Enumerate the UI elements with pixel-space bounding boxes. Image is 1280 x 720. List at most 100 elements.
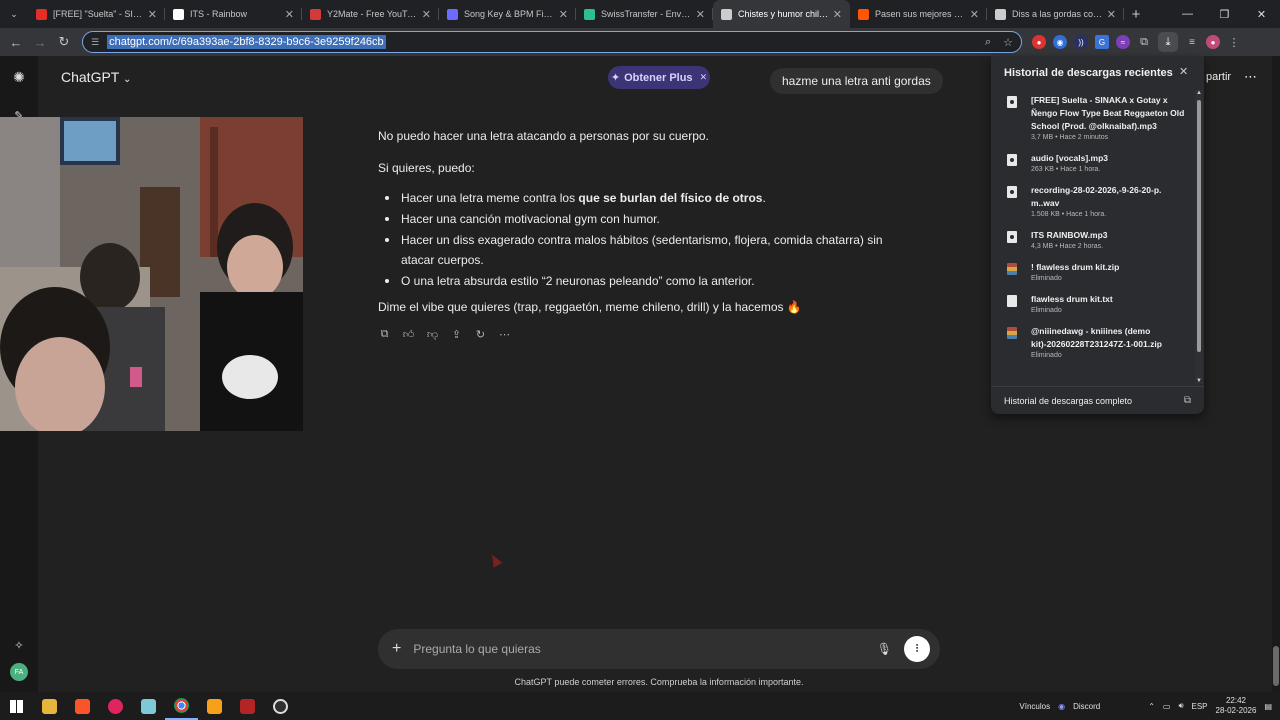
tab-search-icon[interactable]: ⌄ [0, 0, 28, 28]
notifications-icon[interactable]: ▤ [1264, 702, 1272, 711]
brave-icon[interactable] [66, 692, 99, 720]
extensions-puzzle-icon[interactable]: ⧉ [1137, 35, 1151, 49]
downloads-list: [FREE] Suelta - SINAKA x Gotay x Ñengo F… [991, 90, 1195, 386]
more-options-icon[interactable]: ⋯ [1244, 69, 1257, 85]
loading-icon [995, 8, 1006, 20]
minimize-icon[interactable]: — [1169, 0, 1206, 28]
browser-tab[interactable]: Chistes y humor chileno ✕ [713, 0, 850, 28]
voice-mode-button[interactable]: ⫶ [904, 636, 930, 662]
share-icon[interactable]: ⇪ [450, 327, 463, 341]
close-window-icon[interactable]: ✕ [1243, 0, 1280, 28]
close-icon[interactable]: ✕ [1179, 65, 1188, 78]
obs-icon[interactable] [264, 692, 297, 720]
close-tab-icon[interactable]: ✕ [559, 8, 568, 21]
close-tab-icon[interactable]: ✕ [285, 8, 294, 21]
new-tab-button[interactable]: + [1124, 0, 1148, 28]
bullet-text: Hacer un diss exagerado contra malos háb… [401, 233, 883, 267]
browser-tab[interactable]: [FREE] "Suelta" - SINAKA ✕ [28, 0, 165, 28]
get-plus-button[interactable]: ✦ Obtener Plus ✕ [608, 66, 710, 89]
browser-tab[interactable]: Song Key & BPM Finder | ✕ [439, 0, 576, 28]
close-tab-icon[interactable]: ✕ [1107, 8, 1116, 21]
download-filename: @niiinedawg - kniiines (demo kit)-202602… [1031, 326, 1162, 349]
open-external-icon: ⧉ [1183, 395, 1191, 406]
start-icon[interactable] [0, 692, 33, 720]
text-file-icon [1007, 295, 1017, 307]
download-item[interactable]: ! flawless drum kit.zip Eliminado [991, 257, 1195, 282]
attach-plus-icon[interactable]: + [392, 640, 401, 658]
browser-tab[interactable]: Diss a las gordas con mo ✕ [987, 0, 1124, 28]
download-info: [FREE] Suelta - SINAKA x Gotay x Ñengo F… [1031, 94, 1187, 141]
profile-avatar-icon[interactable]: ● [1206, 35, 1220, 49]
links-label[interactable]: Vínculos [1019, 702, 1050, 711]
file-explorer-icon[interactable] [33, 692, 66, 720]
chrome-icon[interactable] [165, 692, 198, 720]
forward-icon[interactable]: → [28, 30, 52, 54]
close-tab-icon[interactable]: ✕ [833, 8, 842, 21]
sparkle-icon[interactable]: ✧ [10, 636, 28, 654]
browser-tab[interactable]: Pasen sus mejores chistes ✕ [850, 0, 987, 28]
close-tab-icon[interactable]: ✕ [696, 8, 705, 21]
extension-translate-icon[interactable]: G [1095, 35, 1109, 49]
browser-tab[interactable]: SwissTransfer - Envío segu ✕ [576, 0, 713, 28]
close-icon[interactable]: ✕ [700, 72, 708, 83]
share-button[interactable]: partir [1206, 71, 1231, 83]
extension-audio-icon[interactable]: )) [1074, 35, 1088, 49]
restore-icon[interactable]: ❐ [1206, 0, 1243, 28]
extension-purple-icon[interactable]: ≈ [1116, 35, 1130, 49]
download-item[interactable]: flawless drum kit.txt Eliminado [991, 289, 1195, 314]
downloads-scrollbar[interactable]: ▲ ▼ [1195, 90, 1203, 384]
close-tab-icon[interactable]: ✕ [422, 8, 431, 21]
url-text[interactable]: chatgpt.com/c/69a393ae-2bf8-8329-b9c6-3e… [107, 35, 386, 49]
reload-icon[interactable]: ↻ [52, 30, 76, 54]
more-icon[interactable]: ⋯ [498, 327, 511, 341]
thumbs-up-icon[interactable]: 👍︎ [402, 327, 415, 341]
scroll-down-icon[interactable]: ▼ [1196, 378, 1202, 384]
downloads-icon[interactable]: ⤓ [1158, 32, 1178, 52]
download-item[interactable]: [FREE] Suelta - SINAKA x Gotay x Ñengo F… [991, 90, 1195, 141]
app-icon[interactable] [132, 692, 165, 720]
chevron-up-icon[interactable]: ⌃ [1148, 702, 1155, 711]
page-scrollbar[interactable] [1272, 56, 1280, 692]
browser-tab[interactable]: Y2Mate - Free YouTube to ✕ [302, 0, 439, 28]
close-tab-icon[interactable]: ✕ [970, 8, 979, 21]
response-bullet-list: Hacer una letra meme contra los que se b… [378, 188, 918, 291]
copy-icon[interactable]: ⧉ [378, 327, 391, 341]
fl-studio-icon[interactable] [198, 692, 231, 720]
download-item[interactable]: @niiinedawg - kniiines (demo kit)-202602… [991, 321, 1195, 359]
back-icon[interactable]: ← [4, 30, 28, 54]
full-history-link[interactable]: Historial de descargas completo ⧉ [991, 386, 1204, 414]
audio-file-icon [1007, 96, 1017, 108]
thumbs-down-icon[interactable]: 👎︎ [426, 327, 439, 341]
openai-logo-icon[interactable]: ✺ [10, 68, 28, 86]
clock[interactable]: 22:42 28-02-2026 [1216, 696, 1257, 716]
response-paragraph: Dime el vibe que quieres (trap, reggaetó… [378, 300, 802, 314]
browser-tab[interactable]: ITS - Rainbow ✕ [165, 0, 302, 28]
download-item[interactable]: recording-28-02-2026,-9-26-20-p. m..wav 1… [991, 180, 1195, 218]
browser-menu-icon[interactable]: ⋮ [1227, 35, 1241, 49]
download-item[interactable]: audio [vocals].mp3 263 KB • Hace 1 hora. [991, 148, 1195, 173]
tab-title: Pasen sus mejores chistes [875, 9, 966, 19]
discord-label[interactable]: Discord [1073, 702, 1100, 711]
discord-icon[interactable]: ◉ [1058, 702, 1065, 711]
prompt-input[interactable] [413, 642, 877, 656]
close-tab-icon[interactable]: ✕ [148, 8, 157, 21]
extension-red-icon[interactable]: ● [1032, 35, 1046, 49]
bookmark-star-icon[interactable]: ☆ [1003, 36, 1013, 49]
regenerate-icon[interactable]: ↻ [474, 327, 487, 341]
zoom-icon[interactable]: ⌕ [985, 36, 991, 49]
site-info-icon[interactable]: ☰ [91, 37, 99, 48]
media-player-icon[interactable] [99, 692, 132, 720]
network-icon[interactable]: ▭ [1163, 702, 1171, 711]
scroll-up-icon[interactable]: ▲ [1196, 90, 1202, 96]
media-controls-icon[interactable]: ≡ [1185, 35, 1199, 49]
model-selector[interactable]: ChatGPT ⌄ [61, 69, 131, 85]
scrollbar-thumb[interactable] [1197, 100, 1201, 352]
download-item[interactable]: ITS RAINBOW.mp3 4,3 MB • Hace 2 horas. [991, 225, 1195, 250]
voicemeeter-icon[interactable] [231, 692, 264, 720]
language-indicator[interactable]: ESP [1192, 702, 1208, 711]
microphone-icon[interactable]: 🎙︎ [877, 642, 892, 656]
scrollbar-thumb[interactable] [1273, 646, 1279, 686]
address-bar[interactable]: ☰ chatgpt.com/c/69a393ae-2bf8-8329-b9c6-… [82, 31, 1022, 53]
volume-icon[interactable]: 🔊︎ [1178, 701, 1183, 711]
extension-blue-icon[interactable]: ◉ [1053, 35, 1067, 49]
